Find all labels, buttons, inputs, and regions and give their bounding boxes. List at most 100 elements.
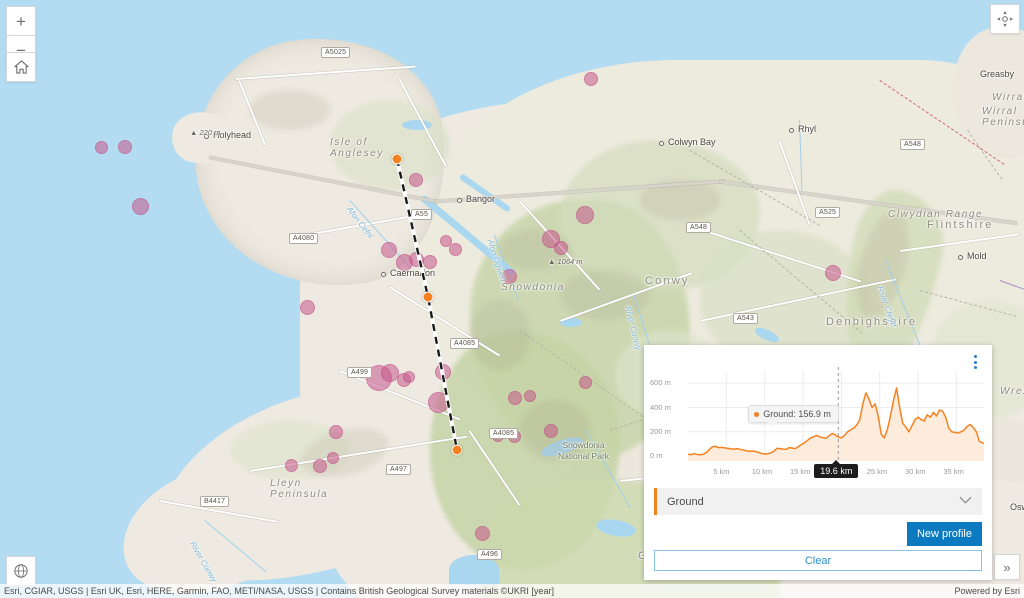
x-axis-tick-label: 30 km [905,467,926,476]
map-place-label: Mold [967,251,987,261]
x-axis-tick-label: 10 km [751,467,773,476]
map-data-point[interactable] [508,391,522,405]
y-axis-tick-label: 200 m [650,426,671,436]
road-shield: A497 [386,464,412,475]
profile-vertex[interactable] [451,444,463,456]
compass-icon [996,10,1014,28]
map-data-point[interactable] [299,299,315,315]
map-data-point[interactable] [584,72,598,86]
y-axis-tick-label: 600 m [650,378,671,388]
chevron-down-icon[interactable] [959,496,982,507]
map-data-point[interactable] [544,424,558,438]
map-data-point[interactable] [403,371,415,383]
map-place-label: WirralPeninsula [982,106,1024,128]
map-place-label: Snowdonia National Park [558,440,610,461]
kebab-dot [973,360,977,364]
map-data-point[interactable] [524,390,536,402]
map-data-point[interactable] [554,241,568,255]
map-data-point[interactable] [576,206,594,224]
map-place-label: Wrexha [1000,386,1024,397]
map-place-label: Caernarfon [390,268,436,278]
map-place-label: Clwydian Range [888,209,984,220]
map-place-label: Rhyl [798,124,817,134]
map-data-point[interactable] [327,452,339,464]
map-data-point[interactable] [448,242,462,256]
map-place-label: Isle of Anglesey [330,137,384,159]
expand-panel-button[interactable]: » [994,554,1020,580]
home-icon [13,60,29,74]
legend-row-ground[interactable]: Ground [654,488,982,515]
legend-label: Ground [667,495,704,508]
map-data-point[interactable] [423,255,437,269]
elevation-chart[interactable]: 0 m200 m400 m600 m5 km10 km15 km20 km25 … [644,365,992,487]
x-axis-tick-label: 15 km [790,467,811,476]
cursor-distance-badge: 19.6 km [814,460,859,478]
clear-button[interactable]: Clear [654,550,982,571]
map-data-point[interactable] [427,391,449,413]
road-shield: A525 [815,207,841,218]
peak-elevation-label: ▲ 220 m [190,128,221,137]
peak-elevation-label: ▲ 1064 m [548,257,583,266]
road-shield: A4085 [450,338,480,349]
plus-icon: + [16,11,26,31]
x-axis-tick-label: 25 km [866,467,888,476]
attribution-bar: Esri, CGIAR, USGS | Esri UK, Esri, HERE,… [0,584,1024,598]
map-data-point[interactable] [381,242,397,258]
home-button[interactable] [6,52,36,82]
y-axis-tick-label: 0 m [650,451,663,461]
tooltip-text: Ground: 156.9 m [763,409,831,420]
road-shield: A4085 [489,428,519,439]
road-shield: B4417 [200,496,230,507]
map-place-label: Greasby [980,69,1015,79]
map-data-point[interactable] [118,140,132,154]
road-shield: A548 [900,139,926,150]
elevation-profile-panel: 0 m200 m400 m600 m5 km10 km15 km20 km25 … [644,345,992,580]
map-data-point[interactable] [329,425,343,439]
map-data-point[interactable] [825,265,841,281]
zoom-in-button[interactable]: + [6,6,36,36]
map-data-point[interactable] [435,364,451,380]
road-shield: A4080 [289,233,319,244]
map-data-point[interactable] [94,140,108,154]
map-place-label: Wirral [992,92,1024,103]
town-marker [659,141,664,146]
map-place-label: Colwyn Bay [668,137,716,147]
town-marker [958,255,963,260]
road-shield: A496 [477,549,503,560]
double-chevron-right-icon: » [1003,559,1011,575]
attribution-sources: Esri, CGIAR, USGS | Esri UK, Esri, HERE,… [4,586,554,596]
profile-vertex[interactable] [391,153,403,165]
map-place-label: Osw [1010,502,1024,512]
town-marker [381,272,386,277]
road-shield: A548 [686,222,712,233]
new-profile-button[interactable]: New profile [906,522,982,546]
x-axis-tick-label: 5 km [713,467,730,476]
map-data-point[interactable] [474,525,490,541]
ground-value-tooltip: Ground: 156.9 m [748,405,839,428]
x-axis-tick-label: 35 km [943,467,964,476]
basemap-gallery-button[interactable] [6,556,36,586]
map-place-label: Denbighshire [826,316,918,328]
map-place-label: Bangor [466,194,496,204]
profile-vertex[interactable] [422,291,434,303]
map-place-label: Snowdonia [501,282,565,293]
powered-by-esri: Powered by Esri [954,586,1020,596]
map-data-point[interactable] [284,458,298,472]
series-color-dot [754,411,760,417]
road-shield: A5025 [321,47,351,58]
map-place-label: Conwy [645,275,690,287]
town-marker [789,128,794,133]
map-data-point[interactable] [131,197,149,215]
road-shield: A543 [733,313,759,324]
map-data-point[interactable] [313,459,327,473]
compass-navigation-button[interactable] [990,4,1020,34]
y-axis-tick-label: 400 m [650,402,671,412]
road-shield: A499 [347,367,373,378]
lake [402,120,432,130]
map-data-point[interactable] [409,173,423,187]
map-application: A5025 A55 A4080 A499 A4085 A4085 A497 B4417 A496… [0,0,1024,598]
road-shield: A55 [411,209,433,220]
map-place-label: Flintshire [927,219,994,231]
globe-icon [14,564,28,578]
map-data-point[interactable] [578,375,592,389]
